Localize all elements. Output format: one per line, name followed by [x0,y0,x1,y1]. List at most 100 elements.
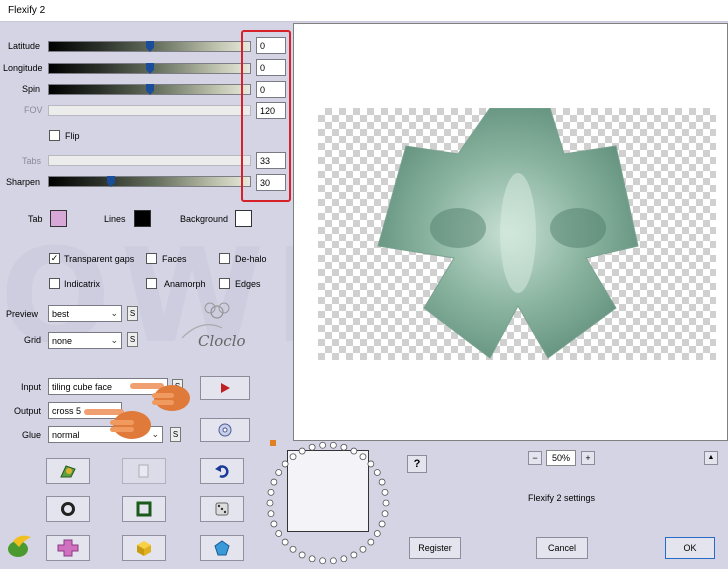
longitude-slider[interactable] [48,63,251,74]
orbit-dot[interactable] [319,441,327,449]
anamorph-label: Anamorph [164,279,206,289]
orbit-dot[interactable] [270,520,278,528]
sharpen-slider[interactable] [48,176,251,187]
orbit-dial[interactable] [262,440,394,566]
orbit-dot[interactable] [275,469,283,476]
orbit-dot[interactable] [373,469,381,476]
tab-color-label: Tab [28,214,43,224]
orbit-dot[interactable] [382,499,390,507]
orbit-dot[interactable] [359,453,367,461]
output-label: Output [14,406,42,416]
ok-button[interactable]: OK [665,537,715,559]
orbit-dot[interactable] [267,488,275,496]
orbit-dot[interactable] [298,551,306,559]
orbit-dot[interactable] [329,557,337,565]
preview-s-button[interactable]: S [127,306,138,321]
orbit-dot[interactable] [350,551,358,559]
edges-checkbox[interactable] [219,278,230,289]
orbit-dot[interactable] [378,520,386,528]
input-select-value: tiling cube face [52,382,113,392]
lines-color-swatch[interactable] [134,210,151,227]
edges-label: Edges [235,279,261,289]
orbit-dot[interactable] [298,447,306,455]
de-halo-checkbox[interactable] [219,253,230,264]
tabs-slider [48,155,251,166]
orbit-dot[interactable] [267,510,275,518]
ring-button[interactable] [46,496,90,522]
cancel-button[interactable]: Cancel [536,537,588,559]
indicatrix-checkbox[interactable] [49,278,60,289]
orbit-dot[interactable] [281,460,289,468]
orbit-dot[interactable] [319,557,327,565]
undo-button[interactable] [200,458,244,484]
grid-s-button[interactable]: S [127,332,138,347]
pentagon-icon [214,540,230,556]
faces-checkbox[interactable] [146,253,157,264]
preview-select[interactable]: best ⌄ [48,305,122,322]
frame-icon [136,501,152,517]
background-color-swatch[interactable] [235,210,252,227]
longitude-slider-thumb[interactable] [146,63,154,74]
orbit-dot[interactable] [289,453,297,461]
fov-slider [48,105,251,116]
orbit-dot[interactable] [359,545,367,553]
orbit-dot[interactable] [275,530,283,537]
settings-label: Flexify 2 settings [528,493,596,503]
input-play-button[interactable] [200,376,250,400]
disc-icon [218,423,232,437]
spin-slider[interactable] [48,84,251,95]
orbit-dot[interactable] [308,443,316,451]
help-button[interactable]: ? [407,455,427,473]
play-icon [221,383,230,393]
logo-text: Cloclo [198,332,246,350]
orbit-dot[interactable] [381,488,389,496]
orbit-dot[interactable] [367,460,375,468]
glue-render-button[interactable] [200,418,250,442]
output-select-value: cross 5 [52,406,82,416]
chevron-down-icon: ⌄ [110,335,118,345]
spin-label: Spin [22,84,41,94]
flip-checkbox[interactable] [49,130,60,141]
orbit-dot[interactable] [308,555,316,563]
orbit-dot[interactable] [373,530,381,537]
zoom-out-button[interactable]: − [528,451,542,465]
anamorph-checkbox[interactable] [146,278,157,289]
tab-color-swatch[interactable] [50,210,67,227]
orbit-dot[interactable] [329,441,337,449]
transparent-gaps-checkbox[interactable]: ✓ [49,253,60,264]
collapse-button[interactable]: ▲ [704,451,718,465]
grid-select[interactable]: none ⌄ [48,332,122,349]
cross-button[interactable] [46,535,90,561]
orbit-dot[interactable] [340,555,348,563]
open-preset-button[interactable] [46,458,90,484]
undo-icon [215,465,229,478]
orbit-dot[interactable] [281,538,289,546]
orbit-dot[interactable] [381,510,389,518]
orbit-dot[interactable] [367,538,375,546]
flaming-pear-logo-icon [5,533,35,559]
orbit-dot[interactable] [266,499,274,507]
grid-label: Grid [24,335,42,345]
copy-button[interactable] [122,458,166,484]
pentagon-button[interactable] [200,535,244,561]
cloclo-logo: Cloclo [172,298,262,358]
latitude-slider-thumb[interactable] [146,41,154,52]
orbit-dot[interactable] [378,478,386,486]
sharpen-slider-thumb[interactable] [107,176,115,187]
lines-color-label: Lines [104,214,126,224]
background-color-label: Background [180,214,229,224]
orbit-dot[interactable] [270,478,278,486]
longitude-label: Longitude [3,63,43,73]
zoom-in-button[interactable]: + [581,451,595,465]
orbit-dot[interactable] [289,545,297,553]
orbit-dot[interactable] [350,447,358,455]
zoom-level[interactable]: 50% [546,450,576,466]
random-button[interactable] [200,496,244,522]
register-button[interactable]: Register [409,537,461,559]
frame-button[interactable] [122,496,166,522]
glue-s-button[interactable]: S [170,427,181,442]
orbit-dot[interactable] [340,443,348,451]
cube-button[interactable] [122,535,166,561]
latitude-slider[interactable] [48,41,251,52]
spin-slider-thumb[interactable] [146,84,154,95]
